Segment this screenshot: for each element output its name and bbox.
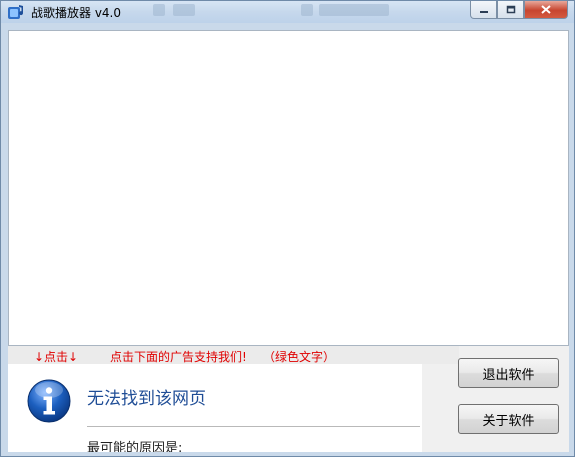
title-bar[interactable]: 战歌播放器 v4.0 <box>1 1 574 23</box>
ad-click-hint: ↓点击↓ <box>34 350 79 364</box>
window-title: 战歌播放器 v4.0 <box>31 6 122 20</box>
maximize-button[interactable] <box>497 1 524 19</box>
ad-support-text: 点击下面的广告支持我们! <box>110 350 247 364</box>
background-window-hint <box>301 4 313 16</box>
background-window-hint <box>173 4 195 16</box>
divider <box>87 426 420 427</box>
error-title: 无法找到该网页 <box>87 389 206 409</box>
background-window-hint <box>153 4 165 16</box>
ad-green-note: （绿色文字） <box>263 350 336 364</box>
minimize-icon <box>479 10 488 13</box>
music-player-icon <box>8 5 24 19</box>
app-window: 战歌播放器 v4.0 ↓点击↓ 点击下面的广告支持我们! （绿色文字） 无法找到… <box>0 0 575 457</box>
background-window-hint <box>319 4 389 16</box>
info-icon <box>27 379 71 423</box>
close-button[interactable] <box>524 1 568 19</box>
close-icon <box>541 5 551 14</box>
exit-software-button[interactable]: 退出软件 <box>458 358 559 388</box>
bottom-panel: ↓点击↓ 点击下面的广告支持我们! （绿色文字） 无法找到该网页 最可能的原因是… <box>8 346 569 452</box>
restore-icon <box>506 5 515 14</box>
ad-strip: ↓点击↓ 点击下面的广告支持我们! （绿色文字） <box>8 346 459 364</box>
about-software-button[interactable]: 关于软件 <box>458 404 559 434</box>
minimize-button[interactable] <box>470 1 497 19</box>
browser-view[interactable] <box>8 30 569 346</box>
ad-browser-error-page[interactable]: 无法找到该网页 最可能的原因是: <box>8 364 422 452</box>
error-reason-intro: 最可能的原因是: <box>87 441 183 452</box>
window-controls <box>470 1 568 20</box>
